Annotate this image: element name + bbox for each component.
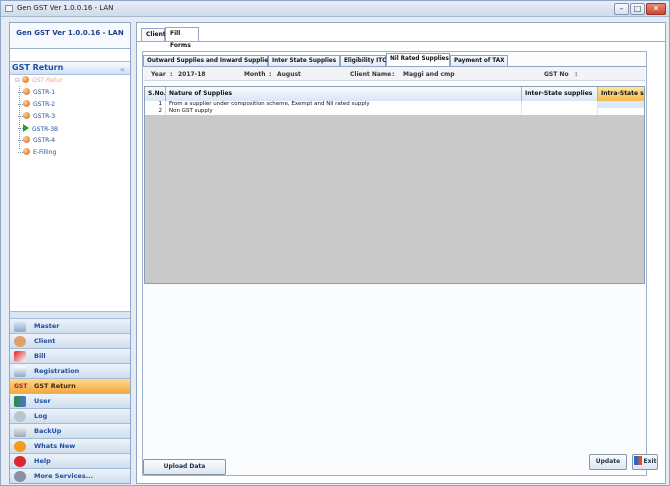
- tab-client[interactable]: Client: [141, 28, 166, 42]
- gst-return-icon: GST: [14, 383, 28, 390]
- table-row[interactable]: 1 From a supplier under composition sche…: [145, 101, 644, 108]
- title-bar: Gen GST Ver 1.0.0.16 - LAN – □ ✕: [1, 1, 669, 17]
- year-separator: :: [170, 71, 173, 78]
- gst-no-label: GST No: [544, 71, 569, 78]
- tree-item-gstr-2[interactable]: GSTR-2: [17, 100, 55, 109]
- client-info-bar: Year : 2017-18 Month : August Client Nam…: [144, 67, 645, 81]
- top-tab-divider: [137, 41, 665, 42]
- year-label: Year: [151, 71, 166, 78]
- registration-icon: [14, 366, 26, 377]
- fill-forms-panel: Outward Supplies and Inward Supplies Int…: [142, 51, 658, 476]
- year-value: 2017-18: [178, 71, 206, 78]
- new-icon: [14, 441, 26, 452]
- gstr-1-icon: [23, 88, 30, 95]
- nav-help[interactable]: Help: [10, 453, 130, 468]
- backup-icon: [14, 426, 26, 437]
- master-icon: [14, 321, 26, 332]
- log-icon: [14, 411, 26, 422]
- user-icon: [14, 396, 26, 407]
- exit-button[interactable]: Exit: [632, 454, 658, 470]
- gstr-2-icon: [23, 100, 30, 107]
- row-sno: 2: [145, 108, 166, 115]
- services-icon: [14, 471, 26, 482]
- nav-bill[interactable]: Bill: [10, 348, 130, 363]
- collapse-icon[interactable]: «: [120, 64, 125, 76]
- nil-rated-supplies-table: S.No. Nature of Supplies Inter-State sup…: [144, 86, 645, 284]
- nav-master[interactable]: Master: [10, 318, 130, 333]
- close-button[interactable]: ✕: [646, 3, 666, 15]
- column-intra-state-supplies[interactable]: Intra-State su: [598, 87, 644, 101]
- row-sno: 1: [145, 101, 166, 108]
- column-sno[interactable]: S.No.: [145, 87, 166, 101]
- tree-item-e-filling[interactable]: E-Filling: [17, 148, 56, 157]
- upload-data-button[interactable]: Upload Data: [143, 459, 226, 475]
- green-play-icon: [23, 124, 29, 132]
- row-intra-state-value[interactable]: [598, 108, 644, 115]
- app-brand: Gen GST Ver 1.0.0.16 - LAN: [10, 23, 130, 49]
- bill-icon: [14, 351, 26, 362]
- gst-return-root-icon: [21, 76, 29, 83]
- row-nature: From a supplier under composition scheme…: [166, 101, 522, 108]
- gst-return-tree: ⊟ GST Retur GSTR-1 GSTR-2 GSTR-3 GSTR-3B…: [10, 76, 130, 302]
- nav-backup[interactable]: BackUp: [10, 423, 130, 438]
- row-nature: Non GST supply: [166, 108, 522, 115]
- row-inter-state-value[interactable]: [522, 108, 598, 115]
- maximize-button[interactable]: □: [630, 3, 645, 15]
- gst-return-title: GST Return: [12, 63, 64, 72]
- month-value: August: [277, 71, 301, 78]
- client-name-value: Maggi and cmp: [403, 71, 455, 78]
- tree-item-gstr-3b[interactable]: GSTR-3B: [17, 124, 58, 133]
- nav-more-services[interactable]: More Services...: [10, 468, 130, 483]
- tab-nil-rated-supplies[interactable]: Nil Rated Supplies: [386, 53, 450, 67]
- gst-return-panel-header: GST Return «: [10, 61, 130, 75]
- tree-root[interactable]: ⊟ GST Retur: [15, 76, 62, 84]
- main-workspace: Client Fill Forms Outward Supplies and I…: [136, 22, 666, 484]
- app-icon: [5, 5, 13, 12]
- table-row[interactable]: 2 Non GST supply: [145, 108, 644, 115]
- month-label: Month: [244, 71, 266, 78]
- app-window: Gen GST Ver 1.0.0.16 - LAN – □ ✕ Gen GST…: [0, 0, 670, 486]
- row-intra-state-value[interactable]: [598, 101, 644, 108]
- client-name-label: Client Name: [350, 71, 392, 78]
- gst-no-separator: :: [575, 71, 578, 78]
- tree-item-gstr-4[interactable]: GSTR-4: [17, 136, 55, 145]
- column-nature-of-supplies[interactable]: Nature of Supplies: [166, 87, 522, 101]
- tree-item-gstr-1[interactable]: GSTR-1: [17, 88, 55, 97]
- nav-registration[interactable]: Registration: [10, 363, 130, 378]
- row-inter-state-value[interactable]: [522, 101, 598, 108]
- nav-gst-return[interactable]: GST GST Return: [10, 378, 130, 393]
- left-navigation-panel: Gen GST Ver 1.0.0.16 - LAN GST Return « …: [9, 22, 131, 484]
- gstr-4-icon: [23, 136, 30, 143]
- column-inter-state-supplies[interactable]: Inter-State supplies: [522, 87, 598, 101]
- help-icon: [14, 456, 26, 467]
- tab-fill-forms[interactable]: Fill Forms: [165, 27, 199, 49]
- client-name-separator: :: [392, 71, 395, 78]
- update-button[interactable]: Update: [589, 454, 627, 470]
- gstr-3-icon: [23, 112, 30, 119]
- nav-client[interactable]: Client: [10, 333, 130, 348]
- minimize-button[interactable]: –: [614, 3, 629, 15]
- client-icon: [14, 336, 26, 347]
- tree-item-gstr-3[interactable]: GSTR-3: [17, 112, 55, 121]
- month-separator: :: [269, 71, 272, 78]
- window-title: Gen GST Ver 1.0.0.16 - LAN: [17, 4, 114, 12]
- nav-whats-new[interactable]: Whats New: [10, 438, 130, 453]
- nav-user[interactable]: User: [10, 393, 130, 408]
- exit-icon: [633, 456, 642, 465]
- nav-log[interactable]: Log: [10, 408, 130, 423]
- e-filling-icon: [23, 148, 30, 155]
- sidebar-splitter[interactable]: [10, 311, 130, 318]
